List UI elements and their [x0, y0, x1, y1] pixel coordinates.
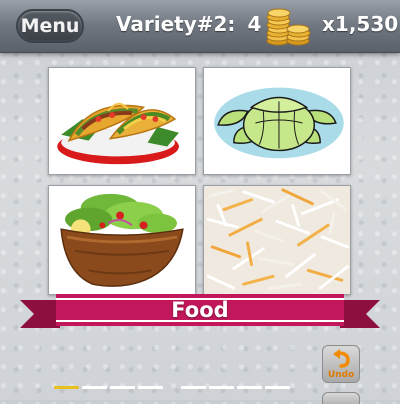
level-label: Variety#2: — [116, 12, 236, 36]
answer-slot[interactable] — [138, 386, 163, 389]
menu-button[interactable]: Menu — [16, 9, 84, 43]
picture-tile-tacos[interactable] — [48, 67, 196, 175]
answer-slots — [54, 386, 324, 390]
category-label: Food — [171, 298, 229, 322]
answer-slot[interactable] — [54, 386, 79, 389]
shredded-cheese-image — [204, 186, 350, 294]
undo-label: Undo — [327, 370, 355, 380]
answer-slot[interactable] — [265, 386, 290, 389]
coins-icon — [264, 4, 314, 48]
lettuce-image — [214, 87, 344, 159]
tacos-image — [57, 102, 179, 165]
top-bar: Menu Variety#2: 4 x1,530 — [0, 0, 400, 53]
category-banner: Food — [0, 290, 400, 334]
picture-tile-shredded-cheese[interactable] — [203, 185, 351, 295]
undo-button[interactable]: Undo — [322, 345, 360, 383]
undo-icon — [333, 349, 350, 368]
answer-slot[interactable] — [82, 386, 107, 389]
picture-tile-lettuce[interactable] — [203, 67, 351, 175]
picture-tile-salad[interactable] — [48, 185, 196, 295]
answer-slot[interactable] — [110, 386, 135, 389]
hint-button[interactable] — [322, 392, 360, 404]
salad-image — [60, 193, 184, 287]
answer-slot[interactable] — [237, 386, 262, 389]
answer-slot[interactable] — [209, 386, 234, 389]
level-number: 4 — [247, 12, 262, 36]
coin-count: x1,530 — [322, 12, 399, 36]
level-indicator: Variety#2: 4 — [116, 12, 261, 40]
answer-slot[interactable] — [181, 386, 206, 389]
